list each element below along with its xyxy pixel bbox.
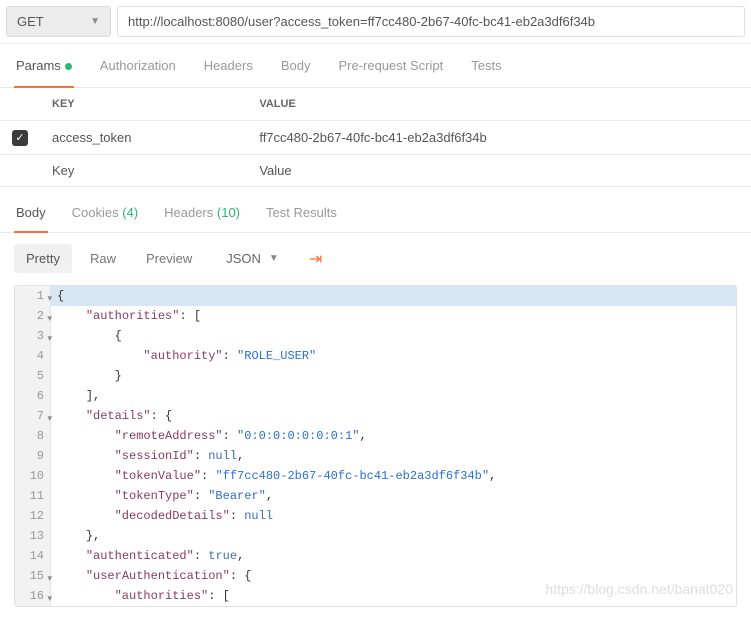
resp-tab-body[interactable]: Body (14, 193, 48, 232)
tab-params-label: Params (16, 58, 61, 73)
table-row[interactable]: ✓ access_token ff7cc480-2b67-40fc-bc41-e… (0, 121, 751, 155)
tab-authorization[interactable]: Authorization (98, 44, 178, 87)
response-tabs: Body Cookies (4) Headers (10) Test Resul… (0, 193, 751, 233)
headers-count: (10) (217, 205, 240, 220)
params-active-dot (65, 63, 72, 70)
view-preview[interactable]: Preview (134, 244, 204, 273)
code: { (115, 329, 122, 343)
chevron-down-icon: ▼ (269, 253, 279, 264)
code: "0:0:0:0:0:0:0:1" (237, 429, 359, 443)
code: "authorities" (86, 309, 180, 323)
resp-cookies-label: Cookies (72, 205, 119, 220)
resp-tab-tests[interactable]: Test Results (264, 193, 339, 232)
view-bar: Pretty Raw Preview JSON ▼ ⇥ (0, 233, 751, 285)
col-key: KEY (40, 88, 247, 121)
format-value: JSON (226, 251, 261, 266)
tab-headers[interactable]: Headers (202, 44, 255, 87)
code: ], (86, 389, 100, 403)
code: "ff7cc480-2b67-40fc-bc41-eb2a3df6f34b" (215, 469, 489, 483)
tab-tests[interactable]: Tests (469, 44, 503, 87)
chevron-down-icon: ▼ (90, 16, 100, 27)
code: "details" (86, 409, 151, 423)
resp-tab-cookies[interactable]: Cookies (4) (70, 193, 140, 232)
method-select[interactable]: GET ▼ (6, 6, 111, 37)
code: null (244, 509, 273, 523)
request-bar: GET ▼ http://localhost:8080/user?access_… (0, 0, 751, 44)
view-raw[interactable]: Raw (78, 244, 128, 273)
param-key[interactable]: access_token (40, 121, 247, 155)
wrap-lines-icon[interactable]: ⇥ (303, 243, 328, 275)
format-select[interactable]: JSON ▼ (216, 244, 289, 273)
code: "tokenValue" (115, 469, 201, 483)
method-value: GET (17, 14, 44, 29)
code: "Bearer" (208, 489, 266, 503)
table-row-empty[interactable]: Key Value (0, 154, 751, 186)
col-value: VALUE (247, 88, 751, 121)
code: true (208, 549, 237, 563)
view-pretty[interactable]: Pretty (14, 244, 72, 273)
resp-headers-label: Headers (164, 205, 213, 220)
tab-prerequest[interactable]: Pre-request Script (336, 44, 445, 87)
resp-tab-headers[interactable]: Headers (10) (162, 193, 242, 232)
params-table: KEY VALUE ✓ access_token ff7cc480-2b67-4… (0, 88, 751, 187)
cookies-count: (4) (122, 205, 138, 220)
value-input[interactable]: Value (247, 154, 751, 186)
code: { (57, 289, 64, 303)
code: "sessionId" (115, 449, 194, 463)
code: } (115, 369, 122, 383)
code: "ROLE_USER" (237, 349, 316, 363)
code: }, (86, 529, 100, 543)
url-input[interactable]: http://localhost:8080/user?access_token=… (117, 6, 745, 37)
request-tabs: Params Authorization Headers Body Pre-re… (0, 44, 751, 88)
code: null (208, 449, 237, 463)
code: "authorities" (115, 589, 209, 603)
tab-body[interactable]: Body (279, 44, 313, 87)
key-input[interactable]: Key (40, 154, 247, 186)
code: "decodedDetails" (115, 509, 230, 523)
code: "authority" (143, 349, 222, 363)
code: "remoteAddress" (115, 429, 223, 443)
code: "authenticated" (86, 549, 194, 563)
col-checkbox (0, 88, 40, 121)
checkbox-checked[interactable]: ✓ (12, 130, 28, 146)
response-body[interactable]: 1▾{ 2▾ "authorities": [ 3▾ { 4 "authorit… (14, 285, 737, 607)
param-value[interactable]: ff7cc480-2b67-40fc-bc41-eb2a3df6f34b (247, 121, 751, 155)
code: "tokenType" (115, 489, 194, 503)
tab-params[interactable]: Params (14, 44, 74, 87)
code: "userAuthentication" (86, 569, 230, 583)
